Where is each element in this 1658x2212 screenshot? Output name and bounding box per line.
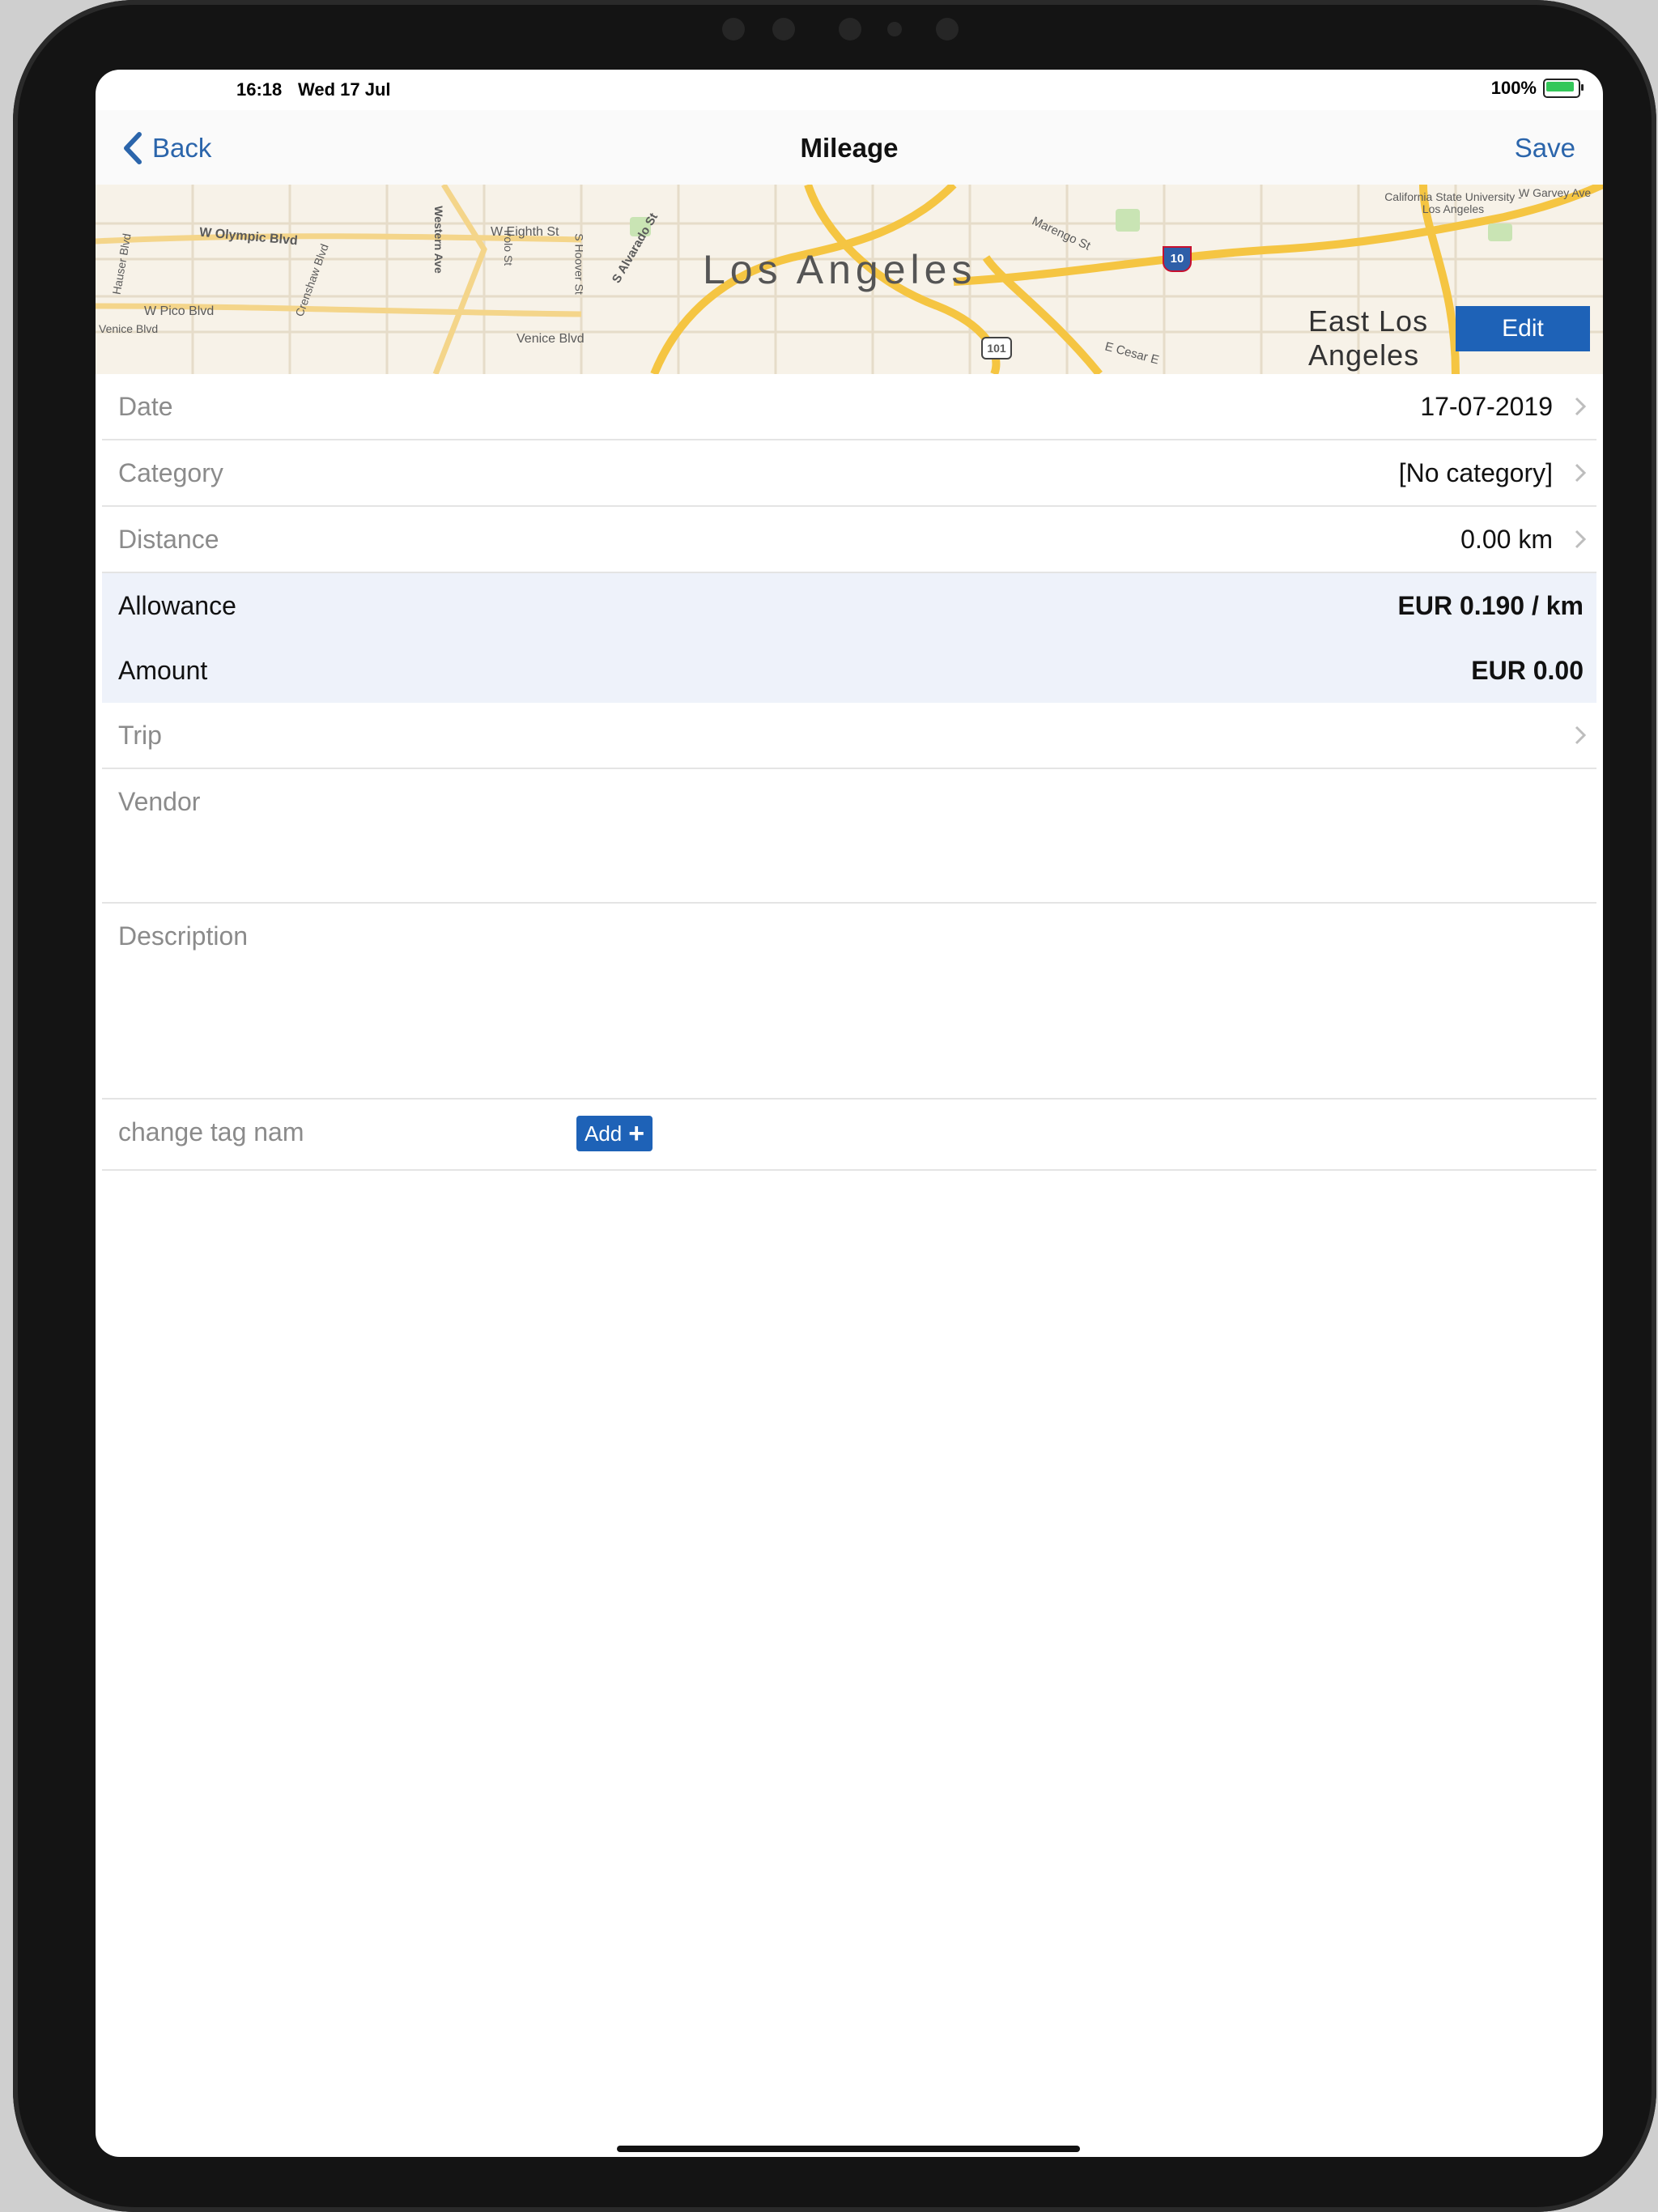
add-tag-button[interactable]: Add + bbox=[576, 1116, 653, 1151]
date-row[interactable]: Date 17-07-2019 bbox=[102, 374, 1596, 440]
map-street-label: W Eighth St bbox=[491, 225, 559, 239]
battery-icon bbox=[1543, 79, 1584, 98]
map-street-label: Venice Blvd bbox=[99, 322, 159, 335]
amount-label: Amount bbox=[118, 656, 208, 685]
allowance-row: Allowance EUR 0.190 / km bbox=[102, 573, 1596, 638]
home-indicator[interactable] bbox=[617, 2146, 1080, 2152]
proximity-sensor bbox=[936, 18, 959, 40]
camera-dot bbox=[839, 18, 861, 40]
category-row[interactable]: Category [No category] bbox=[102, 440, 1596, 507]
status-bar: 16:18 Wed 17 Jul 100% bbox=[96, 70, 1603, 110]
tag-label: change tag nam bbox=[118, 1117, 304, 1146]
chevron-right-icon bbox=[1575, 463, 1587, 483]
map-street-label: Western Ave bbox=[432, 206, 445, 274]
camera-sensor bbox=[722, 18, 745, 40]
navigation-bar: Back Mileage Save bbox=[96, 110, 1603, 185]
chevron-right-icon bbox=[1575, 397, 1587, 416]
description-field[interactable]: Description bbox=[102, 904, 1596, 1100]
map-district-label: Angeles bbox=[1308, 338, 1420, 372]
save-button[interactable]: Save bbox=[1515, 133, 1575, 164]
vendor-field[interactable]: Vendor bbox=[102, 769, 1596, 904]
category-value: [No category] bbox=[1398, 458, 1553, 487]
app-screen: 16:18 Wed 17 Jul 100% Back Mileage Save bbox=[96, 70, 1603, 2157]
vendor-label: Vendor bbox=[118, 787, 201, 816]
add-label: Add bbox=[585, 1121, 623, 1146]
amount-row: Amount EUR 0.00 bbox=[102, 638, 1596, 703]
date-value: 17-07-2019 bbox=[1420, 392, 1553, 421]
amount-value: EUR 0.00 bbox=[1471, 656, 1584, 685]
map-place-label: California State University - Los Angele… bbox=[1384, 190, 1522, 215]
device-frame: 16:18 Wed 17 Jul 100% Back Mileage Save bbox=[13, 0, 1656, 2212]
battery-indicator: 100% bbox=[1490, 78, 1584, 99]
edit-map-button[interactable]: Edit bbox=[1456, 306, 1590, 351]
interstate-shield-icon: 10 bbox=[1163, 246, 1192, 272]
mileage-form: Date 17-07-2019 Category [No category] D… bbox=[96, 374, 1603, 1171]
distance-label: Distance bbox=[118, 525, 219, 554]
battery-percent: 100% bbox=[1490, 78, 1537, 98]
map-street-label: S Hoover St bbox=[572, 233, 586, 295]
map-street-label: W Pico Blvd bbox=[144, 304, 215, 318]
date-label: Date bbox=[118, 392, 173, 421]
camera-lens bbox=[772, 18, 795, 40]
distance-value: 0.00 km bbox=[1460, 525, 1553, 554]
map-street-label: Irolo St bbox=[502, 229, 516, 266]
map-view[interactable]: W Olympic Blvd W Eighth St W Pico Blvd V… bbox=[96, 185, 1603, 374]
plus-icon: + bbox=[628, 1118, 645, 1149]
status-date: Wed 17 Jul bbox=[298, 79, 391, 100]
trip-label: Trip bbox=[118, 721, 162, 750]
allowance-value: EUR 0.190 / km bbox=[1397, 591, 1584, 620]
map-district-label: East Los bbox=[1308, 304, 1429, 338]
map-street-label: Venice Blvd bbox=[517, 332, 585, 346]
map-city-label: Los Angeles bbox=[703, 247, 977, 292]
tag-row: change tag nam Add + bbox=[102, 1100, 1596, 1171]
distance-row[interactable]: Distance 0.00 km bbox=[102, 507, 1596, 573]
status-time: 16:18 bbox=[236, 79, 283, 100]
description-label: Description bbox=[118, 921, 249, 951]
chevron-right-icon bbox=[1575, 725, 1587, 745]
page-title: Mileage bbox=[800, 133, 899, 163]
trip-row[interactable]: Trip bbox=[102, 703, 1596, 769]
category-label: Category bbox=[118, 458, 223, 487]
highway-shield-icon: 101 bbox=[981, 337, 1012, 359]
ambient-sensor bbox=[887, 22, 902, 36]
allowance-label: Allowance bbox=[118, 591, 236, 620]
map-street-label: W Garvey Ave bbox=[1519, 186, 1592, 199]
battery-level bbox=[1546, 82, 1574, 91]
chevron-right-icon bbox=[1575, 530, 1587, 549]
